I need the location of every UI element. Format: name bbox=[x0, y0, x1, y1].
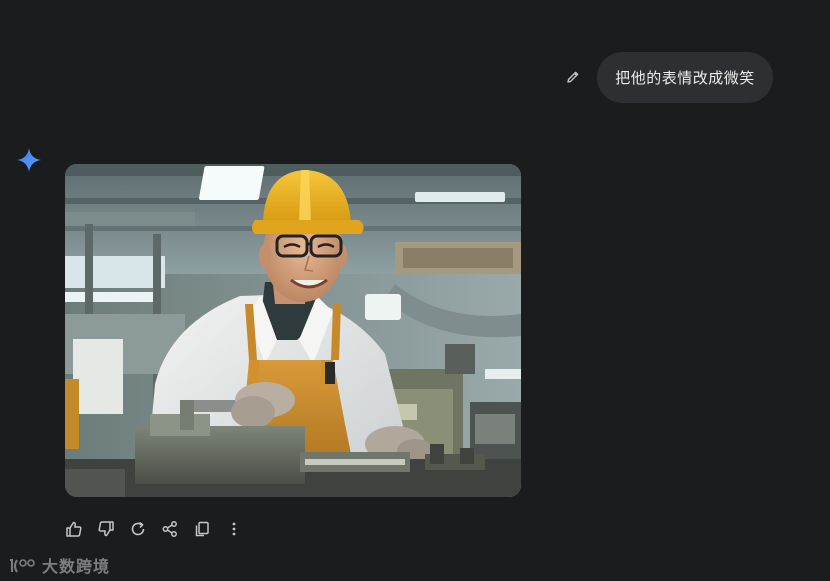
chat-window: 把他的表情改成微笑 大数跨境 bbox=[0, 0, 830, 581]
share-button[interactable] bbox=[158, 517, 182, 541]
thumbs-down-icon bbox=[98, 521, 114, 537]
watermark-logo-icon bbox=[10, 559, 35, 573]
factory-worker-illustration bbox=[65, 164, 521, 497]
regenerate-icon bbox=[131, 521, 145, 536]
watermark-text: 大数跨境 bbox=[42, 557, 111, 576]
regenerate-button[interactable] bbox=[126, 517, 150, 541]
user-message-text: 把他的表情改成微笑 bbox=[615, 69, 755, 87]
copy-button[interactable] bbox=[190, 517, 214, 541]
generated-image[interactable] bbox=[65, 164, 521, 497]
copy-icon bbox=[195, 521, 209, 537]
edit-message-button[interactable] bbox=[562, 66, 584, 88]
user-message-bubble: 把他的表情改成微笑 bbox=[597, 52, 773, 103]
watermark: 大数跨境 bbox=[8, 554, 110, 576]
thumbs-up-button[interactable] bbox=[62, 517, 86, 541]
gemini-spark-icon bbox=[17, 148, 41, 172]
response-actions-toolbar bbox=[62, 517, 254, 541]
pencil-icon bbox=[567, 71, 579, 83]
more-options-button[interactable] bbox=[222, 517, 246, 541]
thumbs-down-button[interactable] bbox=[94, 517, 118, 541]
more-options-icon bbox=[232, 522, 236, 536]
share-icon bbox=[162, 521, 177, 537]
thumbs-up-icon bbox=[66, 521, 82, 537]
